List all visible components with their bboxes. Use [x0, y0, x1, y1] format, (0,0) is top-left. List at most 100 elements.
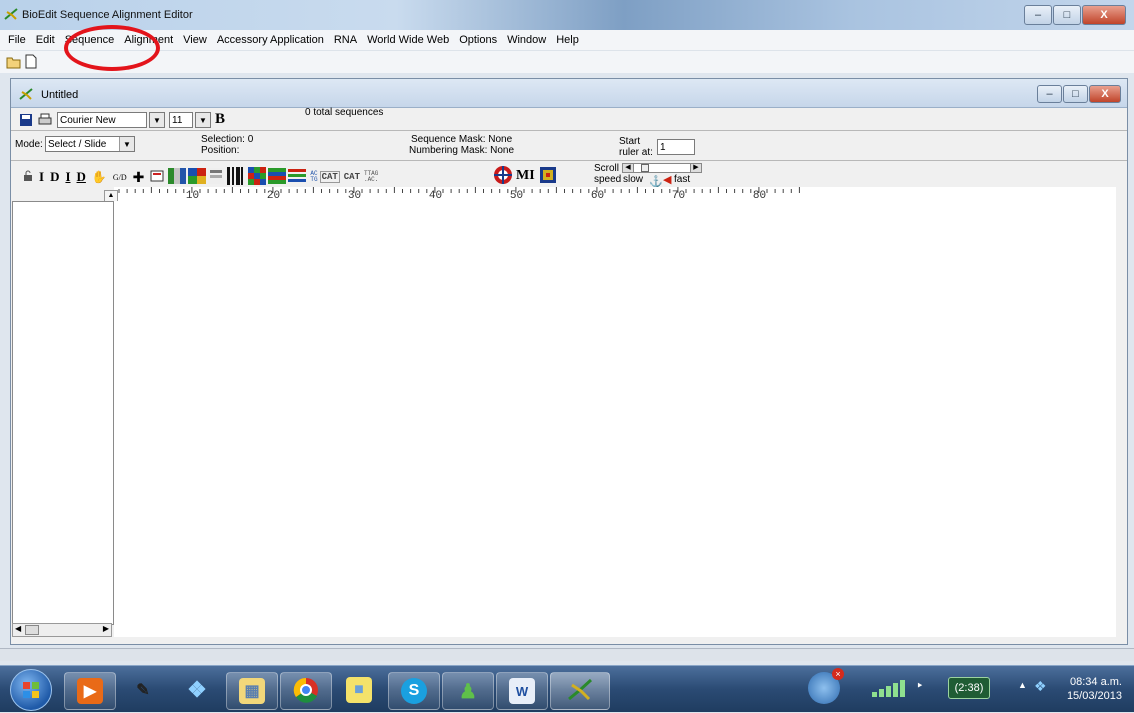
matrix-icon[interactable] [540, 167, 556, 183]
font-name-value: Courier New [60, 114, 116, 126]
document-title: Untitled [41, 89, 79, 101]
menu-world-wide-web[interactable]: World Wide Web [362, 30, 454, 46]
font-size-select[interactable]: 11 [169, 112, 193, 128]
ruler-at-label: ruler at: [619, 147, 653, 158]
windows-start-icon[interactable] [10, 669, 52, 711]
chrome-taskbar-button[interactable] [280, 672, 332, 710]
insert-all-tool[interactable]: I [65, 169, 70, 185]
error-badge-icon: × [832, 668, 844, 680]
delete-tool[interactable]: D [50, 169, 59, 185]
dropbox-taskbar-button[interactable]: ❖ [172, 672, 222, 708]
split-icon[interactable]: ✚ [133, 169, 145, 186]
sequence-text-icon[interactable]: AC TG [310, 171, 317, 183]
mode-label: Mode: [15, 139, 43, 150]
chrome-icon [293, 677, 319, 706]
menu-rna[interactable]: RNA [329, 30, 362, 46]
triplet-icon[interactable]: TTAG .AC. [364, 171, 378, 183]
save-icon[interactable] [19, 113, 33, 127]
print-icon[interactable] [38, 113, 52, 127]
scroll-right-arrow[interactable]: ▶ [103, 624, 109, 633]
network-status-icon[interactable]: × [808, 668, 844, 704]
scroll-speed-slider[interactable]: ◀ ▶ [622, 163, 702, 173]
delete-all-tool[interactable]: D [77, 169, 86, 185]
scroll-label: Scroll [594, 163, 620, 174]
chevron-down-icon: ▼ [119, 137, 134, 151]
battery-indicator[interactable]: (2:38) [948, 677, 990, 699]
menu-bar: File Edit Sequence Alignment View Accessory A… [0, 30, 1134, 51]
lock-icon[interactable] [23, 170, 33, 185]
color-blocks-icon[interactable] [188, 167, 207, 187]
menu-view[interactable]: View [178, 30, 212, 46]
total-sequences: 0 total sequences [305, 107, 384, 118]
signal-strength-icon[interactable] [870, 680, 910, 698]
pen-taskbar-button[interactable]: ✎ [118, 672, 168, 708]
names-horizontal-scrollbar[interactable]: ◀ ▶ [12, 623, 112, 637]
start-label: Start [619, 136, 641, 147]
clock-date: 15/03/2013 [1066, 690, 1122, 702]
open-folder-icon[interactable] [6, 55, 22, 69]
taskbar: ▶ ✎ ❖ ▦ ■ S ♟ W × ‣ (2:38) ▲ ❖ 08:34 a.m… [0, 665, 1134, 712]
cat-text-icon[interactable]: CAT [319, 171, 340, 183]
explorer-taskbar-button[interactable]: ▦ [226, 672, 278, 710]
show-hidden-icons-icon[interactable]: ▲ [1018, 680, 1027, 690]
bioedit-target-icon[interactable] [493, 165, 513, 185]
media-player-taskbar-button[interactable]: ▶ [64, 672, 116, 710]
system-clock[interactable]: 08:34 a.m. 15/03/2013 [1067, 675, 1122, 703]
skype-icon: S [401, 678, 427, 704]
color-matrix-icon[interactable] [248, 166, 267, 188]
scroll-left-arrow[interactable]: ◀ [15, 624, 21, 633]
font-name-select[interactable]: Courier New [57, 112, 147, 128]
wireless-icon[interactable]: ‣ [916, 678, 924, 694]
hand-icon[interactable]: ✋ [92, 170, 107, 184]
dropbox-tray-icon[interactable]: ❖ [1034, 678, 1047, 695]
cat-dup-icon[interactable]: CAT [344, 172, 360, 182]
shade-identities-icon[interactable] [168, 167, 187, 187]
messenger-taskbar-button[interactable]: ♟ [442, 672, 494, 710]
font-size-value: 11 [172, 114, 183, 126]
font-name-dropdown-arrow[interactable]: ▼ [149, 112, 165, 128]
menu-help[interactable]: Help [551, 30, 584, 46]
app-title: BioEdit Sequence Alignment Editor [22, 9, 193, 21]
menu-edit[interactable]: Edit [31, 30, 60, 46]
slider-right-arrow[interactable]: ▶ [690, 164, 701, 172]
media-player-icon: ▶ [77, 678, 103, 704]
sequence-names-pane[interactable] [12, 201, 114, 625]
consensus-icon[interactable] [208, 167, 225, 187]
font-size-dropdown-arrow[interactable]: ▼ [195, 112, 211, 128]
scroll-thumb[interactable] [25, 625, 39, 635]
divider [11, 160, 1127, 161]
gap-delete-tool[interactable]: G/D [113, 173, 127, 182]
doc-restore-button[interactable]: □ [1063, 85, 1088, 103]
sequence-pane[interactable] [114, 201, 1116, 637]
messenger-icon: ♟ [459, 680, 477, 703]
menu-window[interactable]: Window [502, 30, 551, 46]
color-stripes-icon[interactable] [288, 168, 307, 186]
slider-thumb[interactable] [641, 164, 649, 172]
menu-file[interactable]: File [0, 30, 31, 46]
minimize-button[interactable]: – [1024, 5, 1052, 25]
status-bar [0, 648, 1134, 661]
notes-taskbar-button[interactable]: ■ [334, 672, 384, 708]
mutual-information-button[interactable]: MI [516, 168, 535, 184]
word-taskbar-button[interactable]: W [496, 672, 548, 710]
slider-left-arrow[interactable]: ◀ [623, 164, 634, 172]
color-rows-icon[interactable] [268, 167, 287, 187]
close-button[interactable]: X [1082, 5, 1126, 25]
skype-taskbar-button[interactable]: S [388, 672, 440, 710]
menu-accessory-application[interactable]: Accessory Application [212, 30, 329, 46]
ruler-start-input[interactable]: 1 [657, 139, 695, 155]
numbering-mask: Numbering Mask: None [409, 145, 515, 156]
mode-select[interactable]: Select / Slide ▼ [45, 136, 135, 152]
maximize-button[interactable]: □ [1053, 5, 1081, 25]
doc-close-button[interactable]: X [1089, 85, 1121, 103]
menu-options[interactable]: Options [454, 30, 502, 46]
insert-tool[interactable]: I [39, 169, 44, 185]
dotplot-icon[interactable] [150, 169, 164, 186]
doc-minimize-button[interactable]: – [1037, 85, 1062, 103]
new-file-icon[interactable] [25, 54, 37, 69]
clock-time: 08:34 a.m. [1070, 676, 1122, 688]
bioedit-taskbar-button[interactable] [550, 672, 610, 710]
barcode-icon[interactable] [226, 166, 244, 188]
main-toolbar [0, 51, 1134, 73]
bold-toggle[interactable]: B [215, 111, 225, 128]
